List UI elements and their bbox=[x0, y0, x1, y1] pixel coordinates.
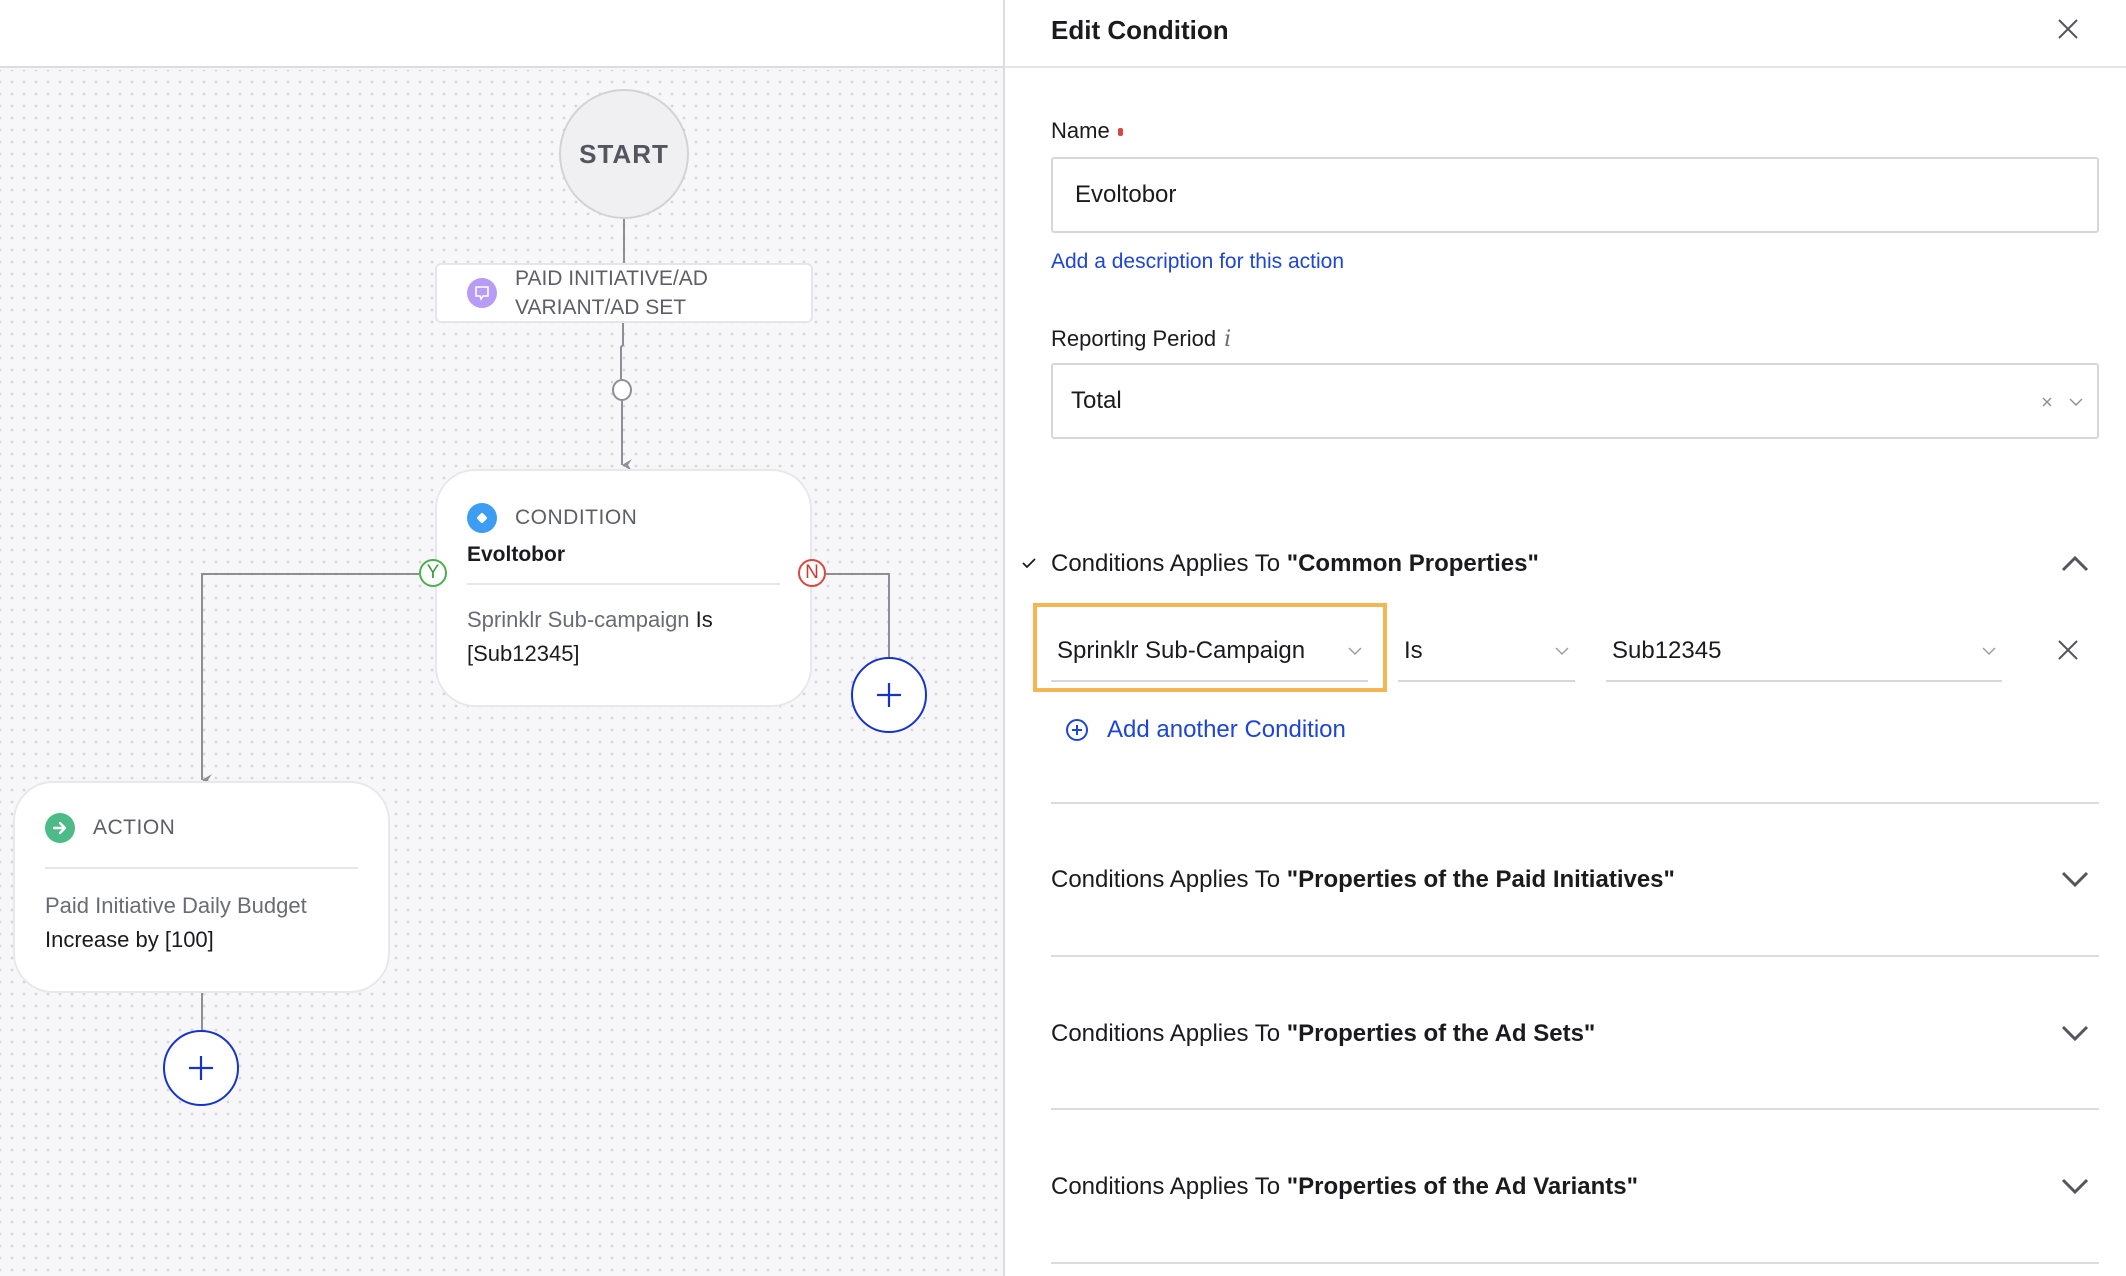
info-icon[interactable]: i bbox=[1224, 327, 1231, 352]
section-divider bbox=[1051, 955, 2099, 957]
section-ad-variants[interactable]: Conditions Applies To "Properties of the… bbox=[1051, 1171, 2099, 1203]
add-description-link[interactable]: Add a description for this action bbox=[1051, 250, 1344, 274]
condition-field-select[interactable]: Sprinklr Sub-Campaign bbox=[1051, 622, 1368, 682]
remove-condition-icon[interactable] bbox=[2056, 638, 2080, 662]
edge-no-branch bbox=[826, 573, 890, 657]
reporting-period-label-text: Reporting Period bbox=[1051, 326, 1217, 351]
chevron-down-icon[interactable] bbox=[2069, 397, 2083, 407]
chevron-down-icon[interactable] bbox=[2061, 1178, 2089, 1196]
required-indicator bbox=[1117, 128, 1123, 137]
action-node[interactable]: ACTION Paid Initiative Daily Budget Incr… bbox=[13, 781, 390, 993]
yes-branch-badge: Y bbox=[419, 559, 447, 587]
no-branch-badge: N bbox=[798, 559, 826, 587]
no-label: N bbox=[805, 562, 819, 583]
name-label-text: Name bbox=[1051, 118, 1110, 143]
section-divider bbox=[1051, 1108, 2099, 1110]
yes-label: Y bbox=[426, 562, 440, 583]
section-prefix: Conditions Applies To bbox=[1051, 1020, 1287, 1047]
condition-node[interactable]: CONDITION Evoltobor Sprinklr Sub-campaig… bbox=[435, 469, 812, 707]
plus-icon bbox=[189, 1056, 213, 1080]
plus-icon bbox=[877, 683, 901, 707]
action-line2: Increase by [100] bbox=[45, 927, 214, 952]
name-label: Name bbox=[1051, 118, 1123, 144]
section-paid-initiatives[interactable]: Conditions Applies To "Properties of the… bbox=[1051, 864, 2099, 896]
chevron-down-icon bbox=[1348, 647, 1362, 655]
condition-value-select[interactable]: Sub12345 bbox=[1606, 622, 2002, 682]
condition-name: Evoltobor bbox=[467, 543, 565, 566]
section-divider bbox=[1051, 802, 2099, 804]
check-icon bbox=[1022, 558, 1036, 569]
trigger-label: PAID INITIATIVE/AD VARIANT/AD SET bbox=[515, 264, 708, 322]
condition-operator: Is bbox=[695, 607, 713, 632]
action-type-label: ACTION bbox=[93, 816, 176, 839]
condition-operator-value: Is bbox=[1404, 637, 1423, 664]
name-input-value: Evoltobor bbox=[1075, 181, 1177, 208]
chat-bubble-icon bbox=[467, 278, 497, 308]
condition-field-value: Sprinklr Sub-Campaign bbox=[1057, 637, 1306, 664]
reporting-period-select[interactable]: Total bbox=[1051, 363, 2099, 439]
condition-operator-select[interactable]: Is bbox=[1398, 622, 1575, 682]
section-prefix: Conditions Applies To bbox=[1051, 1173, 1287, 1200]
add-step-after-action-button[interactable] bbox=[163, 1030, 239, 1106]
connector-node[interactable] bbox=[612, 379, 632, 401]
section-common-properties[interactable]: Conditions Applies To "Common Properties… bbox=[1022, 548, 2099, 580]
chevron-down-icon[interactable] bbox=[2061, 871, 2089, 889]
section-target: "Properties of the Ad Sets" bbox=[1286, 1020, 1596, 1047]
chevron-up-icon[interactable] bbox=[2061, 554, 2089, 572]
reporting-period-value: Total bbox=[1071, 387, 1122, 414]
name-input[interactable]: Evoltobor bbox=[1051, 157, 2099, 233]
workflow-canvas[interactable]: START PAID INITIATIVE/AD VARIANT/AD SET … bbox=[0, 0, 1003, 1276]
condition-field: Sprinklr Sub-campaign bbox=[467, 607, 690, 632]
divider bbox=[45, 867, 358, 869]
diamond-icon bbox=[467, 503, 497, 533]
edge-yes-branch bbox=[201, 573, 419, 786]
chevron-down-icon bbox=[1555, 647, 1569, 655]
add-another-condition-label: Add another Condition bbox=[1107, 716, 1346, 743]
add-step-no-branch-button[interactable] bbox=[851, 657, 927, 733]
panel-header: Edit Condition bbox=[1005, 0, 2126, 68]
condition-value: [Sub12345] bbox=[467, 641, 580, 666]
add-another-condition-button[interactable]: Add another Condition bbox=[1065, 716, 1346, 744]
trigger-label-line2: VARIANT/AD SET bbox=[515, 296, 687, 319]
trigger-node[interactable]: PAID INITIATIVE/AD VARIANT/AD SET bbox=[435, 263, 813, 323]
edge-trigger-dot bbox=[620, 323, 624, 379]
chevron-down-icon bbox=[1982, 647, 1996, 655]
action-line1: Paid Initiative Daily Budget bbox=[45, 893, 307, 918]
clear-icon[interactable] bbox=[2041, 396, 2053, 408]
start-label: START bbox=[579, 138, 669, 169]
section-divider bbox=[1051, 1262, 2099, 1264]
condition-type-label: CONDITION bbox=[515, 506, 638, 529]
section-prefix: Conditions Applies To bbox=[1051, 866, 1287, 893]
section-target: "Common Properties" bbox=[1286, 550, 1539, 577]
trigger-label-line1: PAID INITIATIVE/AD bbox=[515, 267, 708, 290]
close-button[interactable] bbox=[2053, 14, 2083, 44]
condition-value-value: Sub12345 bbox=[1612, 637, 1722, 664]
section-ad-sets[interactable]: Conditions Applies To "Properties of the… bbox=[1051, 1018, 2099, 1050]
section-prefix: Conditions Applies To bbox=[1051, 550, 1287, 577]
divider bbox=[467, 583, 780, 585]
section-target: "Properties of the Paid Initiatives" bbox=[1286, 866, 1675, 893]
start-node[interactable]: START bbox=[559, 89, 689, 219]
reporting-period-label: Reporting Period i bbox=[1051, 326, 1231, 352]
panel-title: Edit Condition bbox=[1051, 15, 1229, 45]
chevron-down-icon[interactable] bbox=[2061, 1025, 2089, 1043]
section-target: "Properties of the Ad Variants" bbox=[1286, 1173, 1638, 1200]
arrow-right-circle-icon bbox=[45, 813, 75, 843]
plus-circle-icon bbox=[1066, 719, 1088, 741]
edit-condition-panel: Edit Condition Name Evoltobor Add a desc… bbox=[1005, 0, 2126, 1276]
close-icon bbox=[2058, 19, 2078, 39]
